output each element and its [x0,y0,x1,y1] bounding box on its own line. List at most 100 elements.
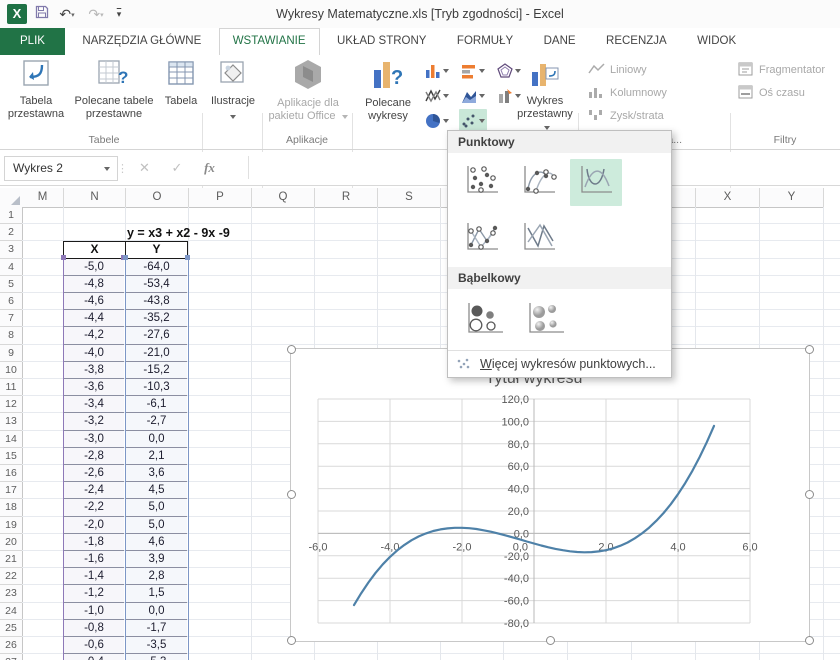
tab-plik[interactable]: PLIK [0,28,65,55]
cell-x-20[interactable]: -1,8 [64,534,124,551]
row-header-6[interactable]: 6 [0,293,23,310]
bubble-3d-gallery-button[interactable] [517,295,573,346]
tab-formuly[interactable]: FORMUŁY [444,28,526,55]
column-header-O[interactable]: O [126,188,189,208]
chart-selection-handle[interactable] [805,345,814,354]
line-chart-button[interactable] [423,84,451,108]
office-apps-button[interactable]: Aplikacje dla pakietu Office [268,58,348,123]
row-header-2[interactable]: 2 [0,224,23,241]
cell-y-24[interactable]: 0,0 [126,603,187,620]
row-header-11[interactable]: 11 [0,379,23,396]
row-header-26[interactable]: 26 [0,637,23,654]
chart-object[interactable]: -80,0-60,0-40,0-20,00,020,040,060,080,01… [290,348,810,642]
cell-y-11[interactable]: -10,3 [126,379,187,396]
cell-y-22[interactable]: 2,8 [126,568,187,585]
cell-x-15[interactable]: -2,8 [64,448,124,465]
cell-y-27[interactable]: -5,3 [126,654,187,660]
cell-y-16[interactable]: 3,6 [126,465,187,482]
cell-y-9[interactable]: -21,0 [126,345,187,362]
insert-function-icon[interactable]: fx [204,160,215,175]
cell-y-4[interactable]: -64,0 [126,259,187,276]
chart-selection-handle[interactable] [546,636,555,645]
row-header-24[interactable]: 24 [0,603,23,620]
cell-x-22[interactable]: -1,4 [64,568,124,585]
chart-selection-handle[interactable] [805,490,814,499]
row-header-14[interactable]: 14 [0,431,23,448]
cell-x-16[interactable]: -2,6 [64,465,124,482]
row-header-20[interactable]: 20 [0,534,23,551]
cancel-icon[interactable]: ✕ [139,160,150,175]
select-all-cell[interactable] [0,188,23,208]
row-header-1[interactable]: 1 [0,207,23,224]
chart-selection-handle[interactable] [287,345,296,354]
row-header-5[interactable]: 5 [0,276,23,293]
cell-y-12[interactable]: -6,1 [126,396,187,413]
column-header-Y[interactable]: Y [760,188,824,208]
cell-x-14[interactable]: -3,0 [64,431,124,448]
cell-y-6[interactable]: -43,8 [126,293,187,310]
cell-x-8[interactable]: -4,2 [64,327,124,344]
cell-x-12[interactable]: -3,4 [64,396,124,413]
column-header-S[interactable]: S [378,188,441,208]
column-header-R[interactable]: R [315,188,378,208]
cell-x-17[interactable]: -2,4 [64,482,124,499]
tab-uklad-strony[interactable]: UKŁAD STRONY [324,28,439,55]
range-handle[interactable] [61,255,66,260]
bar-chart-button[interactable] [459,59,487,83]
cell-y-23[interactable]: 1,5 [126,585,187,602]
chart-selection-handle[interactable] [287,636,296,645]
row-header-9[interactable]: 9 [0,345,23,362]
cell-x-26[interactable]: -0,6 [64,637,124,654]
cell-x-9[interactable]: -4,0 [64,345,124,362]
cell-x-18[interactable]: -2,2 [64,499,124,516]
timeline-button[interactable]: Oś czasu [738,82,805,104]
column-header-M[interactable]: M [22,188,64,208]
column-chart-button[interactable] [423,59,451,83]
range-handle[interactable] [123,255,128,260]
table-button[interactable]: Tabela [160,58,202,108]
scatter-lines-gallery-button[interactable] [513,216,565,263]
slicer-button[interactable]: Fragmentator [738,59,825,81]
column-header-P[interactable]: P [189,188,252,208]
row-header-10[interactable]: 10 [0,362,23,379]
cell-x-24[interactable]: -1,0 [64,603,124,620]
tab-dane[interactable]: DANE [531,28,589,55]
cell-y-5[interactable]: -53,4 [126,276,187,293]
cell-y-21[interactable]: 3,9 [126,551,187,568]
chart-selection-handle[interactable] [805,636,814,645]
row-header-21[interactable]: 21 [0,551,23,568]
area-chart-button[interactable] [459,84,487,108]
row-header-17[interactable]: 17 [0,482,23,499]
column-header-Q[interactable]: Q [252,188,315,208]
recommended-charts-button[interactable]: ? Polecane wykresy [356,58,420,123]
x-column-header[interactable]: X [64,242,126,257]
illustrations-button[interactable]: Ilustracje [206,58,260,123]
scatter-smooth-markers-gallery-button[interactable] [513,159,565,206]
cell-x-19[interactable]: -2,0 [64,517,124,534]
sparkline-winloss-button[interactable]: Zysk/strata [588,105,664,127]
row-header-23[interactable]: 23 [0,585,23,602]
cell-y-18[interactable]: 5,0 [126,499,187,516]
cell-y-13[interactable]: -2,7 [126,413,187,430]
bubble-flat-gallery-button[interactable] [456,295,512,346]
cell-y-8[interactable]: -27,6 [126,327,187,344]
recommended-pivot-button[interactable]: ? Polecane tabele przestawne [68,58,160,121]
cell-x-27[interactable]: -0,4 [64,654,124,660]
cell-y-20[interactable]: 4,6 [126,534,187,551]
row-header-3[interactable]: 3 [0,241,23,258]
row-header-27[interactable]: 27 [0,654,23,660]
cell-x-25[interactable]: -0,8 [64,620,124,637]
row-header-13[interactable]: 13 [0,413,23,430]
cell-x-11[interactable]: -3,6 [64,379,124,396]
cell-y-17[interactable]: 4,5 [126,482,187,499]
cell-y-14[interactable]: 0,0 [126,431,187,448]
cell-x-23[interactable]: -1,2 [64,585,124,602]
cell-x-6[interactable]: -4,6 [64,293,124,310]
row-header-8[interactable]: 8 [0,327,23,344]
range-handle[interactable] [185,255,190,260]
scatter-smooth-gallery-button[interactable] [570,159,622,206]
cell-x-4[interactable]: -5,0 [64,259,124,276]
sparkline-column-button[interactable]: Kolumnowy [588,82,667,104]
tab-widok[interactable]: WIDOK [684,28,749,55]
cell-y-10[interactable]: -15,2 [126,362,187,379]
